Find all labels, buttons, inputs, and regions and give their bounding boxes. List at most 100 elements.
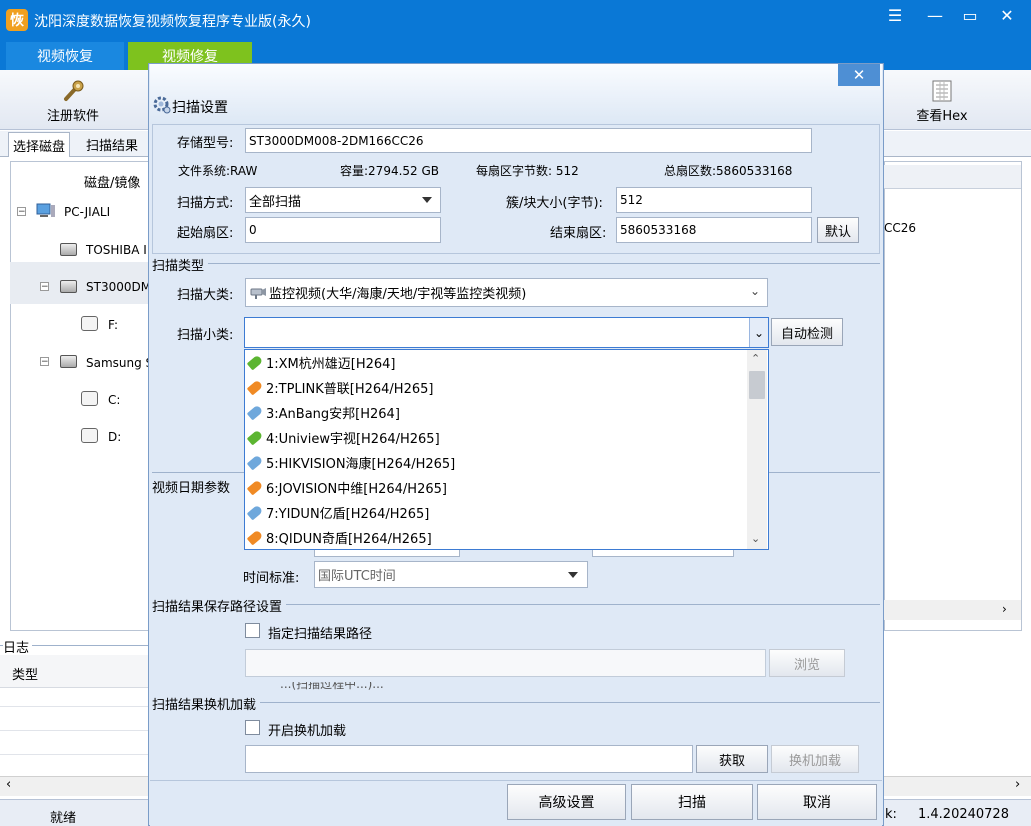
view-hex-button[interactable]: 查看Hex <box>902 72 982 128</box>
browse-button[interactable]: 浏览 <box>769 649 845 677</box>
dropdown-item[interactable]: 3:AnBang安邦[H264] <box>246 400 744 425</box>
scroll-right-icon[interactable]: › <box>1015 777 1020 792</box>
specify-path-checkbox[interactable] <box>245 623 260 638</box>
enable-reload-label: 开启换机加载 <box>268 724 347 739</box>
horizontal-scrollbar[interactable] <box>884 600 1021 620</box>
tree-item-d[interactable]: D: <box>108 430 121 444</box>
dropdown-item[interactable]: 7:YIDUN亿盾[H264/H265] <box>246 500 744 525</box>
chevron-down-icon[interactable]: ⌄ <box>750 284 760 298</box>
scan-button[interactable]: 扫描 <box>631 784 753 820</box>
scroll-right-icon[interactable]: › <box>1002 602 1007 616</box>
app-logo-icon: 恢 <box>6 9 28 31</box>
scan-mode-value: 全部扫描 <box>249 194 302 210</box>
menu-icon[interactable]: ☰ <box>880 4 910 26</box>
advanced-settings-button[interactable]: 高级设置 <box>507 784 626 820</box>
log-row-line <box>0 730 148 731</box>
tag-icon <box>246 454 264 471</box>
reload-path-field[interactable] <box>245 745 693 773</box>
log-row-line <box>0 754 148 755</box>
dropdown-item[interactable]: 8:QIDUN奇盾[H264/H265] <box>246 525 744 550</box>
storage-model-label: 存储型号: <box>177 136 234 151</box>
auto-detect-button[interactable]: 自动检测 <box>771 318 843 346</box>
computer-icon <box>36 203 56 219</box>
dropdown-item[interactable]: 4:Uniview宇视[H264/H265] <box>246 425 744 450</box>
scroll-left-icon[interactable]: ‹ <box>6 777 11 792</box>
dropdown-item-label: 6:JOVISION中维[H264/H265] <box>266 482 447 497</box>
subcategory-select[interactable] <box>244 317 769 348</box>
scroll-up-icon[interactable]: ⌃ <box>751 352 760 365</box>
filesystem-text: 文件系统:RAW <box>178 164 258 178</box>
tree-item-pc[interactable]: PC-JIALI <box>64 205 110 219</box>
tree-item-f[interactable]: F: <box>108 318 118 332</box>
enable-reload-checkbox[interactable] <box>245 720 260 735</box>
fetch-button[interactable]: 获取 <box>696 745 768 773</box>
chevron-down-icon[interactable]: ⌄ <box>749 318 768 347</box>
tag-icon <box>246 529 264 546</box>
dropdown-item-label: 2:TPLINK普联[H264/H265] <box>266 382 434 397</box>
dropdown-item[interactable]: 2:TPLINK普联[H264/H265] <box>246 375 744 400</box>
register-button[interactable]: 注册软件 <box>30 72 116 128</box>
tree-item-toshiba[interactable]: TOSHIBA I <box>86 243 147 257</box>
minimize-icon[interactable]: — <box>920 4 950 26</box>
end-sector-field[interactable]: 5860533168 <box>616 217 812 243</box>
dropdown-item-label: 1:XM杭州雄迈[H264] <box>266 357 396 372</box>
tab-scan-results[interactable]: 扫描结果 <box>82 132 142 157</box>
partition-icon <box>81 316 98 331</box>
disk-info-value: CC26 <box>884 221 917 235</box>
expand-icon[interactable]: − <box>40 282 49 292</box>
cancel-button[interactable]: 取消 <box>757 784 877 820</box>
chevron-down-icon[interactable] <box>422 197 432 203</box>
disk-icon <box>60 280 77 293</box>
reload-divider <box>152 702 880 703</box>
expand-icon[interactable]: − <box>40 357 49 367</box>
scan-mode-select[interactable]: 全部扫描 <box>245 187 441 213</box>
clipped-note: ...(扫描过程中...)... <box>280 682 790 696</box>
dropdown-item[interactable]: 5:HIKVISION海康[H264/H265] <box>246 450 744 475</box>
view-hex-label: 查看Hex <box>916 109 968 124</box>
scroll-down-icon[interactable]: ⌄ <box>751 532 760 545</box>
time-standard-select[interactable]: 国际UTC时间 <box>314 561 588 588</box>
partition-icon <box>81 428 98 443</box>
version-label: k: <box>885 807 897 822</box>
tab-video-recovery[interactable]: 视频恢复 <box>6 42 124 70</box>
disk-info-header <box>884 165 1021 189</box>
dropdown-item-label: 3:AnBang安邦[H264] <box>266 407 400 422</box>
expand-icon[interactable]: − <box>17 207 26 217</box>
cluster-size-field[interactable]: 512 <box>616 187 812 213</box>
maximize-icon[interactable]: ▭ <box>955 4 985 26</box>
category-value: 监控视频(大华/海康/天地/宇视等监控类视频) <box>269 287 527 302</box>
log-column-type: 类型 <box>12 668 39 683</box>
default-button[interactable]: 默认 <box>817 217 859 243</box>
dialog-title-bar <box>150 64 882 124</box>
storage-model-field[interactable]: ST3000DM008-2DM166CC26 <box>245 128 812 153</box>
partition-icon <box>81 391 98 406</box>
save-path-field[interactable] <box>245 649 766 677</box>
time-standard-value: 国际UTC时间 <box>318 569 396 584</box>
log-title: 日志 <box>3 637 33 656</box>
close-icon[interactable]: ✕ <box>992 4 1022 26</box>
save-path-group-title: 扫描结果保存路径设置 <box>152 596 287 615</box>
tree-item-c[interactable]: C: <box>108 393 120 407</box>
tab-select-disk[interactable]: 选择磁盘 <box>8 132 71 157</box>
scrollbar-thumb[interactable] <box>749 371 765 399</box>
start-sector-field[interactable]: 0 <box>245 217 441 243</box>
dropdown-item[interactable]: 6:JOVISION中维[H264/H265] <box>246 475 744 500</box>
dropdown-item[interactable]: 1:XM杭州雄迈[H264] <box>246 350 744 375</box>
camera-icon <box>250 287 266 299</box>
bytes-per-sector-text: 每扇区字节数: 512 <box>476 164 579 178</box>
specify-path-label: 指定扫描结果路径 <box>268 627 373 642</box>
capacity-text: 容量:2794.52 GB <box>340 164 440 178</box>
tag-icon <box>246 404 264 421</box>
dialog-close-button[interactable]: ✕ <box>838 64 880 86</box>
reload-button[interactable]: 换机加载 <box>771 745 859 773</box>
tag-icon <box>246 379 264 396</box>
chevron-down-icon[interactable] <box>568 572 578 578</box>
tree-item-st3000[interactable]: ST3000DM <box>86 280 151 294</box>
status-text: 就绪 <box>50 811 77 826</box>
tag-icon <box>246 479 264 496</box>
tag-icon <box>246 429 264 446</box>
dropdown-item-label: 7:YIDUN亿盾[H264/H265] <box>266 507 430 522</box>
tree-item-samsung[interactable]: Samsung S <box>86 356 153 370</box>
total-sectors-text: 总扇区数:5860533168 <box>664 164 793 178</box>
category-select[interactable]: 监控视频(大华/海康/天地/宇视等监控类视频) <box>245 278 768 307</box>
